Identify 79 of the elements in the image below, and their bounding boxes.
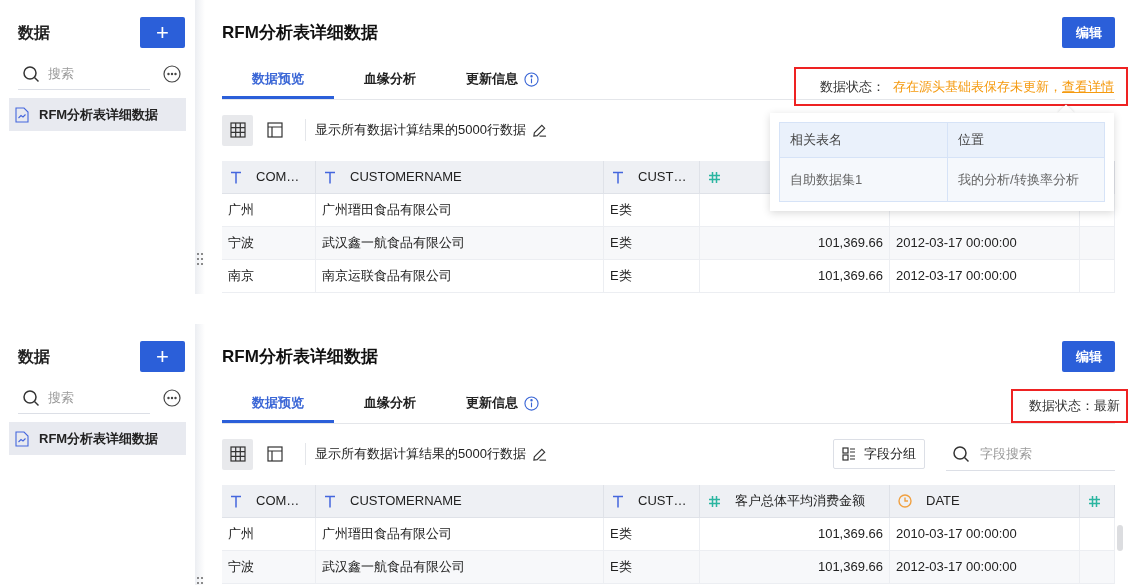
layout-icon bbox=[266, 122, 283, 138]
view-toggle[interactable] bbox=[222, 114, 253, 146]
table-cell-text: 101,369.66 bbox=[817, 525, 883, 544]
row-count-text: 显示所有数据计算结果的5000行数据 bbox=[315, 445, 526, 464]
drag-handle-icon[interactable] bbox=[197, 252, 203, 266]
search-field[interactable]: 搜索 bbox=[48, 387, 138, 408]
table-cell-text: 广州瑨田食品有限公司 bbox=[322, 525, 452, 544]
more-icon[interactable] bbox=[163, 389, 181, 407]
table-cell-text: 广州瑨田食品有限公司 bbox=[322, 201, 452, 220]
pencil-icon[interactable] bbox=[531, 122, 547, 138]
search-field[interactable]: 搜索 bbox=[48, 63, 138, 84]
column-header: 相关表名 bbox=[790, 131, 842, 150]
table-cell-text: 南京运联食品有限公司 bbox=[322, 267, 452, 286]
view-toggle[interactable] bbox=[222, 438, 253, 470]
chart-document-icon bbox=[15, 430, 29, 447]
table-cell-text: 2012-03-17 00:00:00 bbox=[896, 558, 1017, 577]
pencil-icon[interactable] bbox=[531, 446, 547, 462]
edit-button[interactable]: 编辑 bbox=[1062, 17, 1115, 48]
add-button[interactable]: + bbox=[140, 341, 185, 372]
column-header[interactable]: CUST… bbox=[638, 491, 687, 511]
tab[interactable]: 血缘分析 bbox=[334, 62, 446, 99]
search-icon bbox=[22, 388, 40, 407]
layout-icon bbox=[266, 446, 283, 462]
table-cell-text: 武汉鑫一航食品有限公司 bbox=[322, 558, 465, 577]
page-title: RFM分析表详细数据 bbox=[222, 21, 378, 44]
sidebar-title: 数据 bbox=[18, 22, 50, 43]
table-cell-text: E类 bbox=[610, 234, 632, 253]
table-cell-text: 广州 bbox=[228, 525, 254, 544]
sidebar-item[interactable]: RFM分析表详细数据 bbox=[9, 98, 186, 131]
status-label: 数据状态： bbox=[1029, 397, 1094, 416]
table-cell-text: 101,369.66 bbox=[817, 267, 883, 286]
column-header[interactable]: 客户总体平均消费金额 bbox=[735, 491, 865, 511]
status-text: 最新 bbox=[1094, 397, 1120, 416]
table-cell-text: 广州 bbox=[228, 201, 254, 220]
table-cell-text: 自助数据集1 bbox=[790, 170, 863, 189]
tab[interactable]: 数据预览 bbox=[222, 62, 334, 99]
tab[interactable]: 更新信息 bbox=[446, 386, 558, 423]
table-cell-text: 武汉鑫一航食品有限公司 bbox=[322, 234, 465, 253]
list-icon bbox=[842, 447, 856, 461]
column-header: 位置 bbox=[958, 131, 984, 150]
table-cell-text: E类 bbox=[610, 267, 632, 286]
more-icon[interactable] bbox=[163, 65, 181, 83]
tab[interactable]: 更新信息 bbox=[446, 62, 558, 99]
grid-icon bbox=[229, 122, 246, 138]
column-header[interactable]: CUSTOMERNAME bbox=[350, 167, 462, 187]
table-cell-text: 宁波 bbox=[228, 234, 254, 253]
page-title: RFM分析表详细数据 bbox=[222, 345, 378, 368]
search-icon bbox=[22, 64, 40, 83]
table-cell-text: 2012-03-17 00:00:00 bbox=[896, 234, 1017, 253]
edit-button[interactable]: 编辑 bbox=[1062, 341, 1115, 372]
row-count-text: 显示所有数据计算结果的5000行数据 bbox=[315, 121, 526, 140]
table-cell-text: 2010-03-17 00:00:00 bbox=[896, 525, 1017, 544]
table-cell-text: 2012-03-17 00:00:00 bbox=[896, 267, 1017, 286]
table-cell-text: 宁波 bbox=[228, 558, 254, 577]
table-cell-text: 101,369.66 bbox=[817, 558, 883, 577]
column-header[interactable]: DATE bbox=[926, 491, 960, 511]
search-icon bbox=[952, 444, 970, 463]
table-cell-text: E类 bbox=[610, 201, 632, 220]
tab[interactable]: 数据预览 bbox=[222, 386, 334, 423]
add-button[interactable]: + bbox=[140, 17, 185, 48]
field-group-button[interactable]: 字段分组 bbox=[833, 439, 925, 469]
table-cell-text: E类 bbox=[610, 558, 632, 577]
status-text: 存在源头基础表保存未更新， bbox=[893, 77, 1062, 96]
tab[interactable]: 血缘分析 bbox=[334, 386, 446, 423]
sidebar-item[interactable]: RFM分析表详细数据 bbox=[9, 422, 186, 455]
grid-icon bbox=[229, 446, 246, 462]
chart-document-icon bbox=[15, 106, 29, 123]
table-cell-text: 我的分析/转换率分析 bbox=[958, 170, 1079, 189]
sidebar-title: 数据 bbox=[18, 346, 50, 367]
column-header[interactable]: CUSTOMERNAME bbox=[350, 491, 462, 511]
status-label: 数据状态： bbox=[820, 77, 885, 96]
scrollbar[interactable] bbox=[1117, 525, 1123, 551]
column-header[interactable]: COM… bbox=[256, 491, 300, 511]
column-header[interactable]: COM… bbox=[256, 167, 300, 187]
table-cell-text: 101,369.66 bbox=[817, 234, 883, 253]
table-cell-text: E类 bbox=[610, 525, 632, 544]
table-cell-text: 南京 bbox=[228, 267, 254, 286]
field-search[interactable]: 字段搜索 bbox=[980, 443, 1100, 464]
column-header[interactable]: CUST… bbox=[638, 167, 687, 187]
